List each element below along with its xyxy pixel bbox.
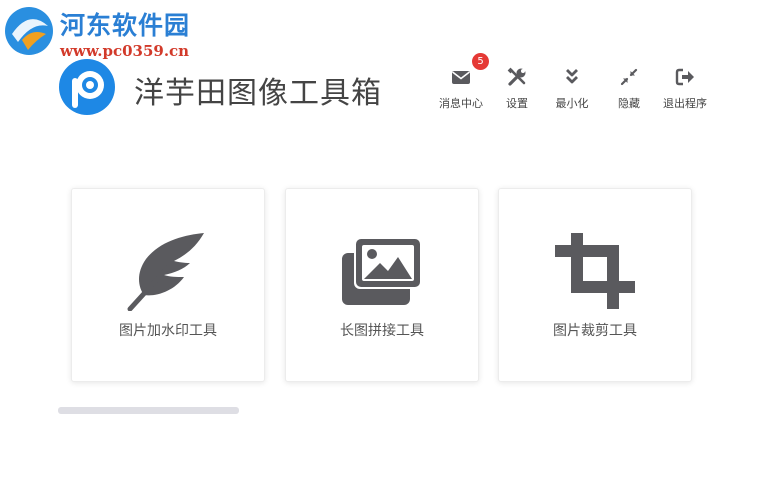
long-image-stitch-tool-label: 长图拼接工具 bbox=[340, 323, 424, 339]
exit-label: 退出程序 bbox=[663, 97, 707, 110]
compress-arrows-icon bbox=[620, 68, 638, 86]
feather-icon bbox=[127, 233, 204, 311]
watermark-logo-icon bbox=[5, 7, 53, 55]
watermark-title: 河东软件园 bbox=[60, 11, 191, 40]
messages-count-badge: 5 bbox=[472, 53, 489, 70]
watermark-tool-card[interactable]: 图片加水印工具 bbox=[71, 188, 265, 382]
sign-out-icon bbox=[675, 68, 694, 86]
hide-label: 隐藏 bbox=[618, 97, 640, 110]
horizontal-scrollbar[interactable] bbox=[58, 407, 239, 414]
messages-label: 消息中心 bbox=[439, 97, 483, 110]
minimize-label: 最小化 bbox=[555, 97, 589, 110]
app-title: 洋芋田图像工具箱 bbox=[134, 76, 382, 111]
crop-icon bbox=[555, 233, 635, 309]
settings-label: 设置 bbox=[506, 97, 528, 110]
exit-button[interactable]: 退出程序 bbox=[660, 66, 710, 111]
crop-tool-label: 图片裁剪工具 bbox=[553, 323, 637, 339]
watermark: 河东软件园 www.pc0359.cn bbox=[0, 0, 210, 62]
double-chevron-down-icon bbox=[566, 69, 578, 84]
hide-button[interactable]: 隐藏 bbox=[612, 66, 646, 111]
app-logo-icon bbox=[59, 59, 115, 115]
messages-button[interactable]: 5 消息中心 bbox=[436, 53, 489, 111]
long-image-stitch-tool-card[interactable]: 长图拼接工具 bbox=[285, 188, 479, 382]
header-toolbar: 5 消息中心 设置 最小化 隐藏 退出程序 bbox=[430, 53, 730, 116]
crop-tool-card[interactable]: 图片裁剪工具 bbox=[498, 188, 692, 382]
images-icon bbox=[342, 237, 422, 305]
settings-button[interactable]: 设置 bbox=[500, 66, 534, 111]
wrench-screwdriver-icon bbox=[507, 67, 526, 86]
minimize-button[interactable]: 最小化 bbox=[552, 66, 592, 111]
watermark-tool-label: 图片加水印工具 bbox=[119, 323, 217, 339]
envelope-icon bbox=[452, 71, 470, 84]
